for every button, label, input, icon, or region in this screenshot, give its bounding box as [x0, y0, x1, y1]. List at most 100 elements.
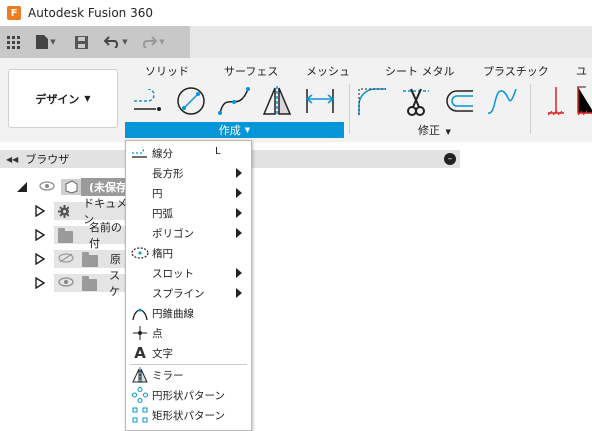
- expanded-triangle-icon[interactable]: [15, 180, 29, 194]
- menu-item-line[interactable]: 線分 L: [126, 143, 251, 163]
- menu-item-conic-curve[interactable]: 円錐曲線: [126, 303, 251, 323]
- tree-item-named-views[interactable]: 名前の付: [0, 221, 134, 250]
- menu-item-label: 長方形: [152, 167, 184, 180]
- panel-close-icon[interactable]: –: [444, 153, 456, 165]
- menu-item-label: 楕円: [152, 247, 173, 260]
- menu-item-label: 線分: [152, 147, 173, 160]
- folder-icon: [82, 251, 98, 267]
- menu-item-mirror[interactable]: ミラー: [126, 365, 251, 385]
- workspace-label: デザイン: [35, 92, 80, 106]
- menu-item-circle[interactable]: 円: [126, 183, 251, 203]
- chevron-down-icon: ▼: [445, 128, 451, 136]
- menu-item-label: 円弧: [152, 207, 173, 220]
- menu-item-spline[interactable]: スプライン: [126, 283, 251, 303]
- menu-item-point[interactable]: 点: [126, 323, 251, 343]
- ribbon: デザイン ▼ ソリッド サーフェス メッシュ シート メタル プラスチック ユー…: [0, 58, 592, 142]
- mirror-tool[interactable]: [261, 84, 293, 118]
- conic-curve-icon: [131, 305, 149, 321]
- collapsed-triangle-icon[interactable]: [35, 229, 45, 241]
- menu-item-text[interactable]: A 文字: [126, 343, 251, 363]
- gear-icon: [58, 204, 70, 218]
- menu-item-rectangular-pattern[interactable]: 矩形状パターン: [126, 405, 251, 425]
- constraint-tool-2[interactable]: [568, 84, 592, 118]
- tree-item-label: 名前の付: [88, 221, 122, 250]
- collapsed-triangle-icon[interactable]: [35, 253, 45, 265]
- tab-surface[interactable]: サーフェス: [224, 63, 278, 79]
- collapsed-triangle-icon[interactable]: [35, 277, 45, 289]
- dimension-tool[interactable]: [304, 84, 336, 118]
- menu-item-label: ミラー: [152, 369, 184, 382]
- tree-item-bg: 原: [54, 250, 134, 268]
- menu-item-polygon[interactable]: ポリゴン: [126, 223, 251, 243]
- menu-item-label: ポリゴン: [152, 227, 194, 240]
- eye-icon[interactable]: [58, 276, 74, 290]
- data-panel-button[interactable]: [0, 26, 26, 58]
- line-tool[interactable]: [132, 84, 164, 118]
- save-icon: [74, 35, 88, 49]
- modify-group-label: 修正: [418, 124, 440, 137]
- fillet-tool[interactable]: [356, 84, 388, 118]
- create-dropdown-menu: 線分 L 長方形 円 円弧 ポリゴン 楕円 スロット スプライン 円錐曲線 点 …: [125, 140, 252, 431]
- submenu-arrow-icon: [236, 288, 242, 298]
- circle-tool[interactable]: [175, 84, 207, 118]
- menu-item-arc[interactable]: 円弧: [126, 203, 251, 223]
- menu-item-rectangle[interactable]: 長方形: [126, 163, 251, 183]
- save-button[interactable]: [66, 26, 96, 58]
- mirror-icon: [262, 86, 292, 116]
- create-group-label: 作成: [218, 124, 241, 137]
- tree-item-bg: スケ: [54, 269, 134, 298]
- menu-item-shortcut: L: [215, 146, 221, 157]
- submenu-arrow-icon: [236, 188, 242, 198]
- submenu-arrow-icon: [236, 228, 242, 238]
- mirror-icon: [131, 367, 149, 383]
- eye-icon[interactable]: [39, 180, 55, 194]
- submenu-arrow-icon: [236, 168, 242, 178]
- collapse-panel-icon[interactable]: ◀◀: [6, 155, 18, 164]
- collapsed-triangle-icon[interactable]: [35, 205, 45, 217]
- chevron-down-icon: ▼: [244, 126, 251, 134]
- tab-sheet-metal[interactable]: シート メタル: [385, 63, 455, 79]
- menu-item-ellipse[interactable]: 楕円: [126, 243, 251, 263]
- title-bar: F Autodesk Fusion 360: [0, 0, 592, 26]
- tree-item-bg: 名前の付: [54, 221, 134, 250]
- tab-mesh[interactable]: メッシュ: [306, 63, 350, 79]
- menu-item-circular-pattern[interactable]: 円形状パターン: [126, 385, 251, 405]
- offset-icon: [446, 90, 473, 112]
- menu-item-slot[interactable]: スロット: [126, 263, 251, 283]
- modify-group-button[interactable]: 修正 ▼: [418, 122, 451, 138]
- file-icon: [36, 35, 49, 49]
- circle-icon: [177, 87, 205, 115]
- file-menu-button[interactable]: ▼: [26, 26, 66, 58]
- ellipse-icon: [131, 247, 149, 259]
- tab-plastic[interactable]: プラスチック: [483, 63, 549, 79]
- grid-icon: [6, 35, 20, 49]
- redo-button[interactable]: ▼: [136, 26, 170, 58]
- component-icon: [61, 179, 81, 195]
- tree-item-sketches[interactable]: スケ: [0, 269, 134, 298]
- rectangular-pattern-icon: [131, 407, 149, 423]
- folder-icon: [82, 275, 98, 291]
- trim-tool[interactable]: [400, 84, 432, 118]
- workspace-switcher[interactable]: デザイン ▼: [8, 69, 118, 128]
- tree-item-label: 原: [110, 253, 121, 266]
- constraint-icon: [577, 87, 592, 116]
- spline-tool[interactable]: [218, 84, 250, 118]
- dimension-icon: [306, 89, 334, 113]
- create-group-button[interactable]: 作成 ▼: [125, 122, 344, 138]
- chevron-down-icon: ▼: [84, 94, 91, 103]
- quick-access-toolbar: ▼ ▼ ▼: [0, 26, 592, 58]
- constraint-icon: [547, 87, 564, 116]
- undo-button[interactable]: ▼: [96, 26, 136, 58]
- fusion-logo-icon: F: [7, 6, 21, 20]
- redo-icon: [143, 36, 158, 48]
- eye-hidden-icon[interactable]: [58, 252, 74, 266]
- tree-root-label: (未保存: [89, 181, 128, 194]
- line-icon: [131, 147, 149, 159]
- chevron-down-icon: ▼: [122, 38, 128, 46]
- curve-icon: [487, 88, 517, 114]
- tab-solid[interactable]: ソリッド: [145, 63, 189, 79]
- submenu-arrow-icon: [236, 208, 242, 218]
- offset-tool[interactable]: [443, 84, 475, 118]
- menu-item-label: スプライン: [152, 287, 205, 300]
- spline-modify-tool[interactable]: [486, 84, 518, 118]
